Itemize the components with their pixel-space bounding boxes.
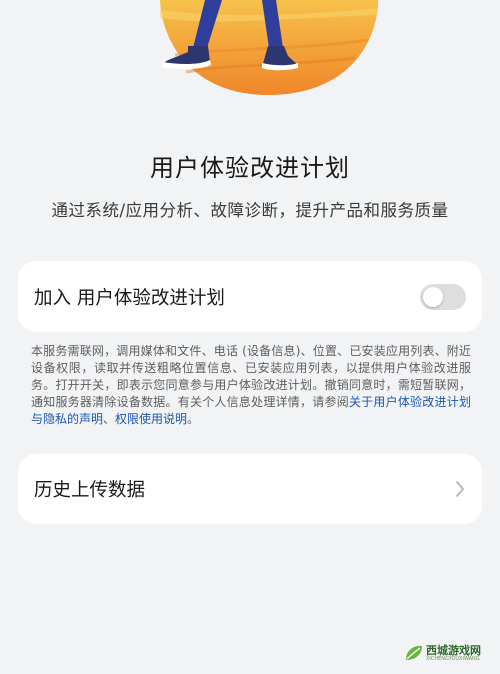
page-subtitle: 通过系统/应用分析、故障诊断，提升产品和服务质量 (51, 201, 449, 220)
program-description: 本服务需联网，调用媒体和文件、电话 (设备信息)、位置、已安装应用列表、附近设备… (31, 343, 471, 428)
history-upload-data-item[interactable]: 历史上传数据 (18, 454, 482, 524)
permission-usage-link[interactable]: 权限使用说明 (115, 412, 187, 426)
leaf-logo-icon (406, 645, 422, 660)
watermark-subtext: XICHENGYOUXIWANG (426, 656, 480, 662)
join-program-toggle[interactable] (420, 283, 466, 310)
watermark: 西城游戏网 XICHENGYOUXIWANG (404, 640, 481, 666)
chevron-right-icon (456, 481, 464, 497)
join-program-label: 加入 用户体验改进计划 (34, 287, 225, 309)
history-upload-data-label: 历史上传数据 (34, 480, 146, 501)
hero-illustration (0, 0, 500, 110)
description-end: 。 (187, 412, 200, 426)
page-title: 用户体验改进计划 (150, 154, 350, 182)
join-program-card: 加入 用户体验改进计划 (18, 261, 482, 332)
toggle-knob (423, 286, 443, 307)
description-separator: 、 (103, 412, 116, 426)
person-walking-illustration (160, 0, 378, 95)
